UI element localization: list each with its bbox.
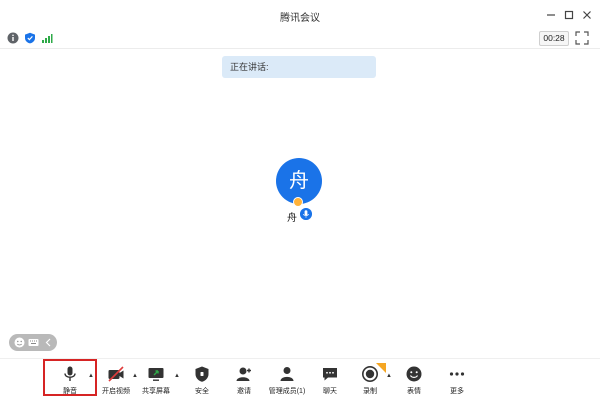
record-options-caret[interactable]: ▲ bbox=[385, 372, 393, 380]
start-video-button[interactable]: 开启视频 bbox=[98, 365, 134, 397]
participant-mic-icon bbox=[300, 208, 312, 220]
header-divider bbox=[0, 48, 600, 49]
info-icon[interactable] bbox=[7, 32, 19, 44]
share-screen-icon bbox=[148, 368, 164, 381]
minimize-icon bbox=[547, 14, 555, 16]
chat-icon bbox=[323, 368, 337, 381]
security-shield-icon[interactable] bbox=[24, 32, 36, 44]
face-icon[interactable] bbox=[14, 337, 25, 348]
emoji-button[interactable]: 表情 bbox=[400, 365, 428, 397]
record-label: 录制 bbox=[363, 388, 377, 395]
invite-button[interactable]: 邀请 bbox=[230, 365, 258, 397]
members-icon bbox=[280, 367, 294, 381]
emoji-label: 表情 bbox=[407, 388, 421, 395]
record-icon bbox=[362, 366, 378, 382]
participant-name: 舟 bbox=[287, 213, 297, 224]
share-screen-label: 共享屏幕 bbox=[142, 388, 170, 395]
more-icon bbox=[449, 372, 465, 376]
share-options-caret[interactable]: ▲ bbox=[173, 372, 181, 380]
share-screen-button[interactable]: 共享屏幕 bbox=[140, 365, 172, 397]
keyboard-icon[interactable] bbox=[28, 337, 39, 348]
host-badge-icon bbox=[293, 197, 303, 207]
chat-button[interactable]: 聊天 bbox=[316, 365, 344, 397]
maximize-button[interactable] bbox=[563, 9, 575, 21]
window-title: 腾讯会议 bbox=[280, 13, 320, 24]
signal-strength-icon[interactable] bbox=[41, 32, 53, 44]
meeting-info-bar bbox=[0, 30, 600, 46]
maximize-icon bbox=[564, 10, 574, 20]
collapse-left-icon[interactable] bbox=[43, 337, 54, 348]
manage-members-label: 管理成员(1) bbox=[268, 388, 306, 395]
shield-icon bbox=[195, 366, 209, 382]
floating-control-bar bbox=[9, 334, 57, 351]
fullscreen-icon[interactable] bbox=[575, 31, 589, 45]
security-button[interactable]: 安全 bbox=[188, 365, 216, 397]
more-label: 更多 bbox=[450, 388, 464, 395]
invite-label: 邀请 bbox=[237, 388, 251, 395]
invite-icon bbox=[236, 367, 251, 381]
start-video-label: 开启视频 bbox=[102, 388, 130, 395]
more-button[interactable]: 更多 bbox=[443, 365, 471, 397]
speaking-banner: 正在讲话: bbox=[222, 56, 376, 78]
security-label: 安全 bbox=[195, 388, 209, 395]
video-options-caret[interactable]: ▲ bbox=[131, 372, 139, 380]
meeting-timer: 00:28 bbox=[539, 31, 569, 46]
emoji-icon bbox=[406, 366, 422, 382]
chat-label: 聊天 bbox=[323, 388, 337, 395]
close-button[interactable] bbox=[581, 9, 593, 21]
record-button[interactable]: 录制 bbox=[356, 365, 384, 397]
video-off-icon bbox=[108, 366, 124, 382]
mute-highlight-box bbox=[43, 359, 97, 396]
minimize-button[interactable] bbox=[545, 9, 557, 21]
manage-members-button[interactable]: 管理成员(1) bbox=[264, 365, 310, 397]
close-icon bbox=[583, 11, 591, 19]
title-bar: 腾讯会议 bbox=[0, 0, 600, 30]
